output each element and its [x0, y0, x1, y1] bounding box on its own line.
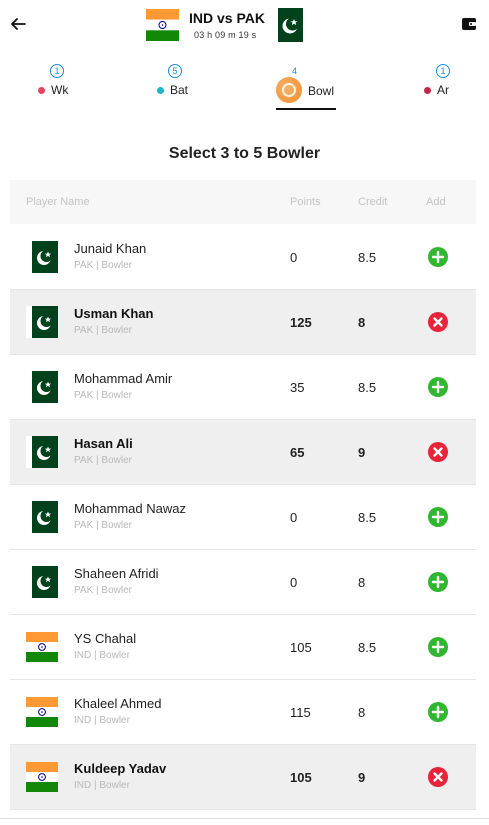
column-header-credit[interactable]: Credit — [358, 196, 387, 208]
table-row[interactable]: Hasan Ali PAK | Bowler 65 9 — [10, 420, 476, 485]
player-name: Khaleel Ahmed — [74, 696, 162, 711]
bat-dot-icon — [157, 87, 164, 94]
table-row[interactable]: Mohammad Nawaz PAK | Bowler 0 8.5 — [10, 485, 476, 550]
column-header-add: Add — [426, 196, 446, 208]
player-points: 105 — [290, 770, 312, 785]
tab-label: Wk — [51, 83, 69, 97]
add-player-icon[interactable] — [428, 702, 448, 722]
player-points: 65 — [290, 445, 305, 460]
pakistan-flag-icon — [271, 8, 303, 42]
player-name: Kuldeep Yadav — [74, 761, 167, 776]
add-player-icon[interactable] — [428, 507, 448, 527]
column-header-player: Player Name — [26, 196, 90, 208]
tab-count-badge: 4 — [292, 66, 298, 76]
pakistan-flag-icon — [26, 306, 58, 338]
wallet-icon[interactable] — [460, 15, 478, 33]
player-name: Shaheen Afridi — [74, 566, 159, 581]
player-name: Junaid Khan — [74, 241, 147, 256]
tab-count-badge: 1 — [50, 64, 64, 78]
pakistan-flag-icon — [26, 436, 58, 468]
india-flag-icon — [26, 697, 58, 727]
player-points: 35 — [290, 380, 305, 395]
player-team-role: IND | Bowler — [74, 650, 130, 661]
divider — [0, 818, 489, 819]
player-credit: 8.5 — [358, 510, 377, 525]
top-bar: IND vs PAK 03 h 09 m 19 s — [0, 0, 489, 52]
player-team-role: PAK | Bowler — [74, 260, 132, 271]
tab-count-badge: 5 — [168, 64, 182, 78]
player-points: 115 — [290, 705, 311, 720]
player-credit: 8 — [358, 575, 366, 590]
player-points: 0 — [290, 510, 298, 525]
countdown-timer: 03 h 09 m 19 s — [194, 30, 257, 40]
add-player-icon[interactable] — [428, 247, 448, 267]
add-player-icon[interactable] — [428, 637, 448, 657]
player-points: 0 — [290, 250, 298, 265]
section-title: Select 3 to 5 Bowler — [168, 145, 321, 162]
table-row[interactable]: Khaleel Ahmed IND | Bowler 115 8 — [10, 680, 476, 745]
cricket-ball-icon — [276, 77, 302, 103]
match-title: IND vs PAK — [189, 10, 265, 26]
player-credit: 9 — [358, 445, 366, 460]
table-header: Player Name Points Credit Add — [10, 180, 476, 224]
add-player-icon[interactable] — [428, 377, 448, 397]
table-row[interactable]: Usman Khan PAK | Bowler 125 8 — [10, 290, 476, 355]
player-name: YS Chahal — [74, 631, 137, 646]
player-name: Mohammad Nawaz — [74, 501, 186, 516]
table-row[interactable]: Mohammad Amir PAK | Bowler 35 8.5 — [10, 355, 476, 420]
pakistan-flag-icon — [26, 566, 58, 598]
player-team-role: IND | Bowler — [74, 780, 130, 791]
player-team-role: PAK | Bowler — [74, 585, 132, 596]
remove-player-icon[interactable] — [428, 442, 448, 462]
player-credit: 8 — [358, 705, 366, 720]
player-team-role: PAK | Bowler — [74, 520, 132, 531]
player-team-role: PAK | Bowler — [74, 455, 132, 466]
tab-bowl[interactable]: 4 Bowl — [276, 60, 338, 114]
player-name: Mohammad Amir — [74, 371, 173, 386]
player-name: Hasan Ali — [74, 436, 133, 451]
wk-dot-icon — [38, 87, 45, 94]
player-team-role: PAK | Bowler — [74, 325, 132, 336]
remove-player-icon[interactable] — [428, 767, 448, 787]
tab-label: Ar — [437, 83, 449, 97]
pakistan-flag-icon — [26, 501, 58, 533]
player-team-role: IND | Bowler — [74, 715, 130, 726]
india-flag-icon — [146, 9, 179, 41]
active-tab-indicator — [276, 108, 336, 110]
tab-count-badge: 1 — [436, 64, 450, 78]
tab-bat[interactable]: 5 Bat — [150, 60, 210, 114]
player-credit: 8.5 — [358, 250, 377, 265]
tab-label: Bat — [170, 83, 189, 97]
add-player-icon[interactable] — [428, 572, 448, 592]
table-row[interactable]: Shaheen Afridi PAK | Bowler 0 8 — [10, 550, 476, 615]
ar-dot-icon — [424, 87, 431, 94]
back-arrow-icon[interactable] — [8, 14, 28, 34]
remove-player-icon[interactable] — [428, 312, 448, 332]
player-credit: 8.5 — [358, 380, 377, 395]
india-flag-icon — [26, 632, 58, 662]
player-table: Player Name Points Credit Add Junaid Kha… — [10, 180, 476, 810]
player-credit: 8.5 — [358, 640, 377, 655]
player-points: 0 — [290, 575, 298, 590]
player-credit: 8 — [358, 315, 366, 330]
table-row[interactable]: Kuldeep Yadav IND | Bowler 105 9 — [10, 745, 476, 810]
table-row[interactable]: Junaid Khan PAK | Bowler 0 8.5 — [10, 225, 476, 290]
player-credit: 9 — [358, 770, 366, 785]
role-tabs: 1 Wk 5 Bat 4 Bowl 1 Ar — [0, 60, 489, 116]
tab-wk[interactable]: 1 Wk — [30, 60, 90, 114]
player-points: 105 — [290, 640, 312, 655]
match-header: IND vs PAK 03 h 09 m 19 s — [146, 8, 306, 42]
pakistan-flag-icon — [26, 371, 58, 403]
table-row[interactable]: YS Chahal IND | Bowler 105 8.5 — [10, 615, 476, 680]
player-name: Usman Khan — [74, 306, 154, 321]
india-flag-icon — [26, 762, 58, 792]
tab-ar[interactable]: 1 Ar — [420, 60, 470, 114]
tab-label: Bowl — [308, 84, 335, 98]
player-team-role: PAK | Bowler — [74, 390, 132, 401]
column-header-points[interactable]: Points — [290, 196, 321, 208]
player-points: 125 — [290, 315, 312, 330]
pakistan-flag-icon — [26, 241, 58, 273]
